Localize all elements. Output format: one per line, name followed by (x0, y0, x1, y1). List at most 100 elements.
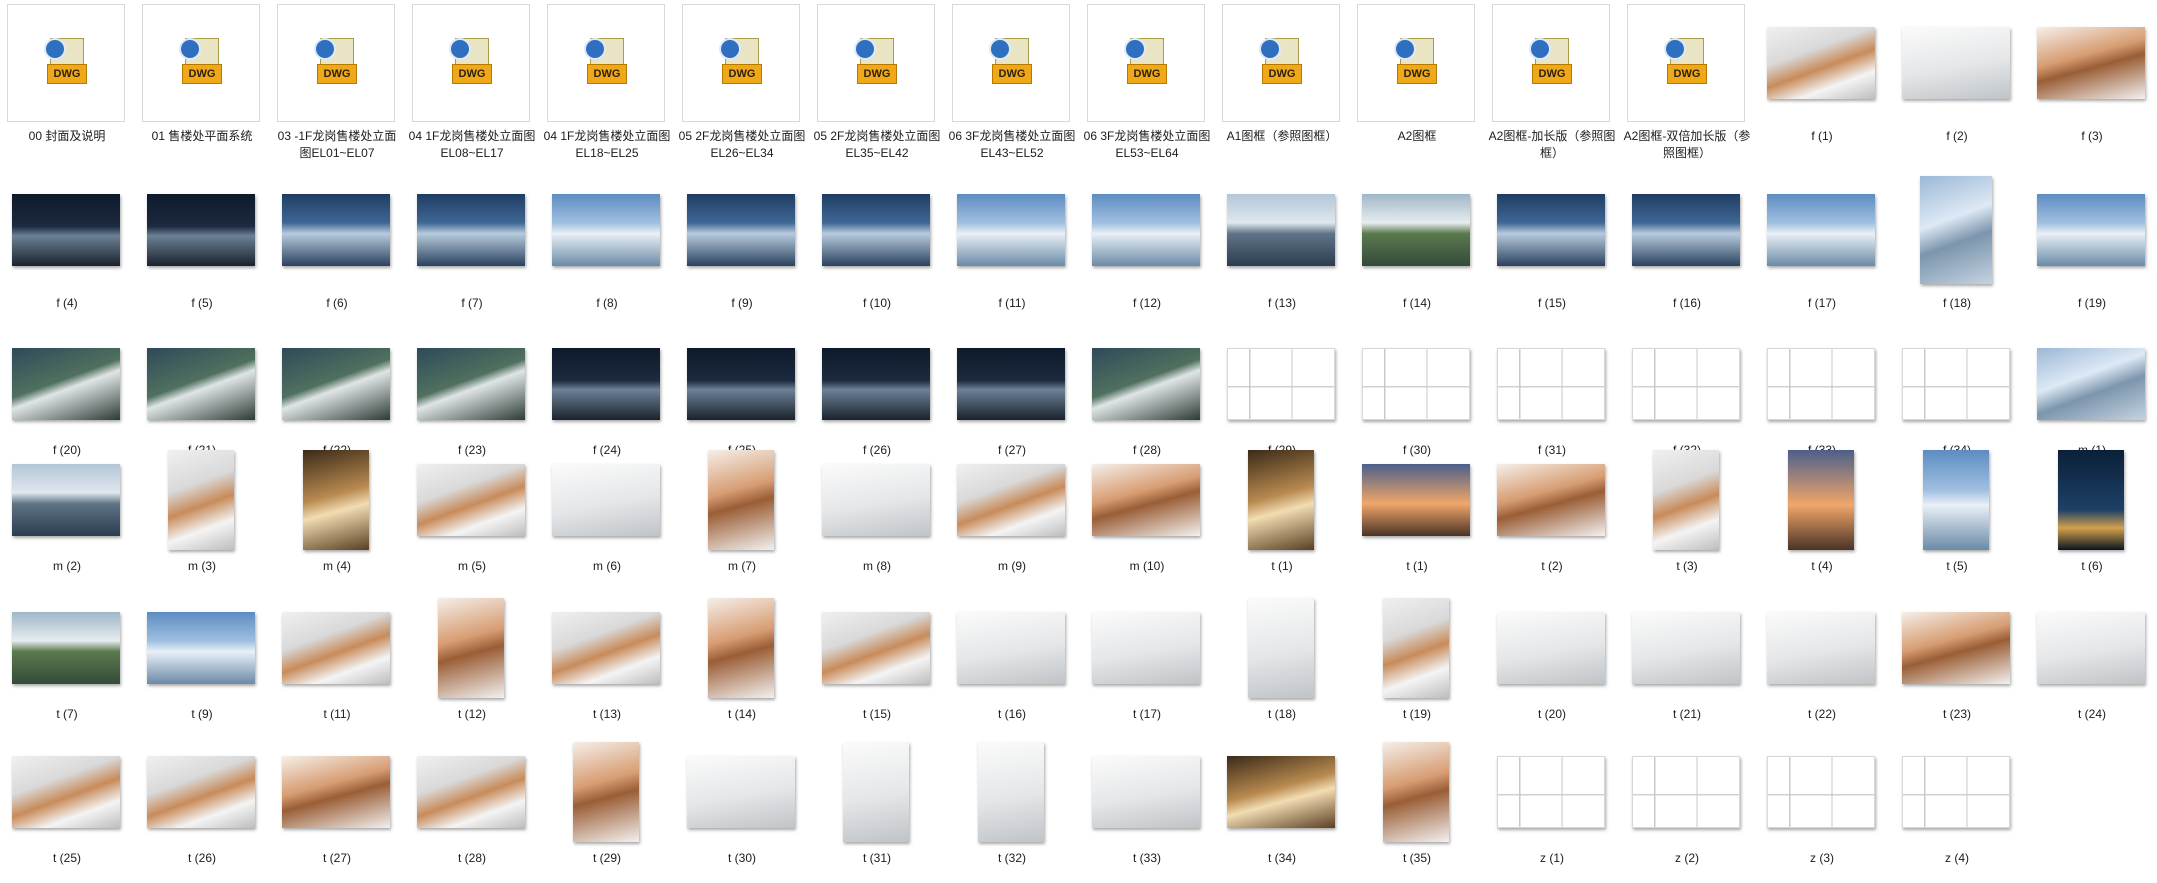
image-file-item[interactable]: f (14) (1357, 171, 1492, 331)
image-file-item[interactable]: m (4) (277, 446, 412, 591)
dwg-file-item[interactable]: DWG A2图框-加长版（参照图框） (1489, 4, 1627, 164)
image-file-item[interactable]: t (30) (682, 738, 817, 883)
image-file-item[interactable]: m (6) (547, 446, 682, 591)
image-file-item[interactable]: f (6) (277, 171, 412, 331)
dwg-file-item[interactable]: DWG 05 2F龙岗售楼处立面图EL26~EL34 (679, 4, 817, 164)
image-thumbnail (843, 742, 909, 842)
image-file-item[interactable]: m (7) (682, 446, 817, 591)
image-file-item[interactable]: f (11) (952, 171, 1087, 331)
thumbnail (1627, 594, 1745, 702)
thumbnail (682, 171, 800, 289)
thumbnail (1762, 4, 1880, 122)
file-name-label: f (17) (1807, 296, 1836, 310)
image-file-item[interactable]: t (15) (817, 594, 952, 739)
image-file-item[interactable]: t (1) (1357, 446, 1492, 591)
image-file-item[interactable]: t (3) (1627, 446, 1762, 591)
image-file-item[interactable]: t (28) (412, 738, 547, 883)
thumbnail (277, 738, 395, 846)
image-file-item[interactable]: z (2) (1627, 738, 1762, 883)
image-file-item[interactable]: t (14) (682, 594, 817, 739)
image-file-item[interactable]: f (7) (412, 171, 547, 331)
image-file-item[interactable]: t (34) (1222, 738, 1357, 883)
thumbnail (547, 330, 665, 438)
image-file-item[interactable]: t (12) (412, 594, 547, 739)
image-file-item[interactable]: t (25) (7, 738, 142, 883)
image-file-item[interactable]: f (19) (2032, 171, 2157, 331)
image-file-item[interactable]: t (35) (1357, 738, 1492, 883)
dwg-file-item[interactable]: DWG 03 -1F龙岗售楼处立面图EL01~EL07 (277, 4, 412, 164)
image-file-item[interactable]: m (3) (142, 446, 277, 591)
image-file-item[interactable]: t (19) (1357, 594, 1492, 739)
image-file-item[interactable]: f (13) (1222, 171, 1357, 331)
file-name-label: t (12) (457, 707, 486, 721)
dwg-file-item[interactable]: DWG 05 2F龙岗售楼处立面图EL35~EL42 (814, 4, 952, 164)
image-file-item[interactable]: t (5) (1897, 446, 2032, 591)
image-file-item[interactable]: f (16) (1627, 171, 1762, 331)
dwg-file-item[interactable]: DWG A1图框（参照图框） (1222, 4, 1357, 164)
image-file-item[interactable]: f (8) (547, 171, 682, 331)
image-file-item[interactable]: f (5) (142, 171, 277, 331)
image-thumbnail (2037, 612, 2145, 684)
image-file-item[interactable]: f (15) (1492, 171, 1627, 331)
image-file-item[interactable]: t (23) (1897, 594, 2032, 739)
image-thumbnail (438, 598, 504, 698)
image-file-item[interactable]: f (3) (2032, 4, 2157, 164)
dwg-file-item[interactable]: DWG A2图框-双倍加长版（参照图框） (1624, 4, 1762, 164)
thumbnail (1222, 446, 1340, 554)
image-file-item[interactable]: t (27) (277, 738, 412, 883)
image-file-item[interactable]: t (16) (952, 594, 1087, 739)
file-name-label: t (15) (862, 707, 891, 721)
image-file-item[interactable]: t (11) (277, 594, 412, 739)
thumbnail (1222, 738, 1340, 846)
dwg-file-icon: DWG (854, 38, 898, 88)
image-file-item[interactable]: f (18) (1897, 171, 2032, 331)
image-file-item[interactable]: t (32) (952, 738, 1087, 883)
image-file-item[interactable]: m (10) (1087, 446, 1222, 591)
dwg-file-item[interactable]: DWG 00 封面及说明 (7, 4, 142, 164)
image-file-item[interactable]: t (4) (1762, 446, 1897, 591)
image-file-item[interactable]: t (7) (7, 594, 142, 739)
image-file-item[interactable]: f (17) (1762, 171, 1897, 331)
dwg-file-item[interactable]: DWG 04 1F龙岗售楼处立面图EL18~EL25 (544, 4, 682, 164)
image-file-item[interactable]: t (2) (1492, 446, 1627, 591)
image-file-item[interactable]: t (24) (2032, 594, 2157, 739)
image-file-item[interactable]: m (9) (952, 446, 1087, 591)
image-file-item[interactable]: f (10) (817, 171, 952, 331)
image-file-item[interactable]: t (29) (547, 738, 682, 883)
image-file-item[interactable]: t (20) (1492, 594, 1627, 739)
image-file-item[interactable]: t (6) (2032, 446, 2157, 591)
dwg-file-item[interactable]: DWG 06 3F龙岗售楼处立面图EL53~EL64 (1084, 4, 1222, 164)
image-file-item[interactable]: f (12) (1087, 171, 1222, 331)
image-file-item[interactable]: t (31) (817, 738, 952, 883)
image-file-item[interactable]: t (26) (142, 738, 277, 883)
dwg-file-item[interactable]: DWG 06 3F龙岗售楼处立面图EL43~EL52 (949, 4, 1087, 164)
thumbnail (7, 330, 125, 438)
image-thumbnail (12, 348, 120, 420)
file-name-label: 04 1F龙岗售楼处立面图EL08~EL17 (408, 129, 536, 160)
image-file-item[interactable]: t (18) (1222, 594, 1357, 739)
image-file-item[interactable]: t (17) (1087, 594, 1222, 739)
image-file-item[interactable]: z (1) (1492, 738, 1627, 883)
image-file-item[interactable]: z (3) (1762, 738, 1897, 883)
image-file-item[interactable]: f (2) (1897, 4, 2032, 164)
thumbnail (1627, 171, 1745, 289)
dwg-file-item[interactable]: DWG 04 1F龙岗售楼处立面图EL08~EL17 (409, 4, 547, 164)
image-file-item[interactable]: m (8) (817, 446, 952, 591)
image-file-item[interactable]: f (9) (682, 171, 817, 331)
image-file-item[interactable]: f (4) (7, 171, 142, 331)
image-file-item[interactable]: z (4) (1897, 738, 2032, 883)
image-file-item[interactable]: t (13) (547, 594, 682, 739)
file-name-label: t (22) (1807, 707, 1836, 721)
dwg-file-item[interactable]: DWG A2图框 (1357, 4, 1492, 164)
image-file-item[interactable]: m (2) (7, 446, 142, 591)
image-file-item[interactable]: m (5) (412, 446, 547, 591)
image-file-item[interactable]: t (1) (1222, 446, 1357, 591)
image-file-item[interactable]: t (33) (1087, 738, 1222, 883)
image-thumbnail (1362, 464, 1470, 536)
dwg-file-item[interactable]: DWG 01 售楼处平面系统 (142, 4, 277, 164)
image-file-item[interactable]: f (1) (1762, 4, 1897, 164)
image-file-item[interactable]: t (22) (1762, 594, 1897, 739)
thumbnail (682, 738, 800, 846)
image-file-item[interactable]: t (21) (1627, 594, 1762, 739)
image-file-item[interactable]: t (9) (142, 594, 277, 739)
